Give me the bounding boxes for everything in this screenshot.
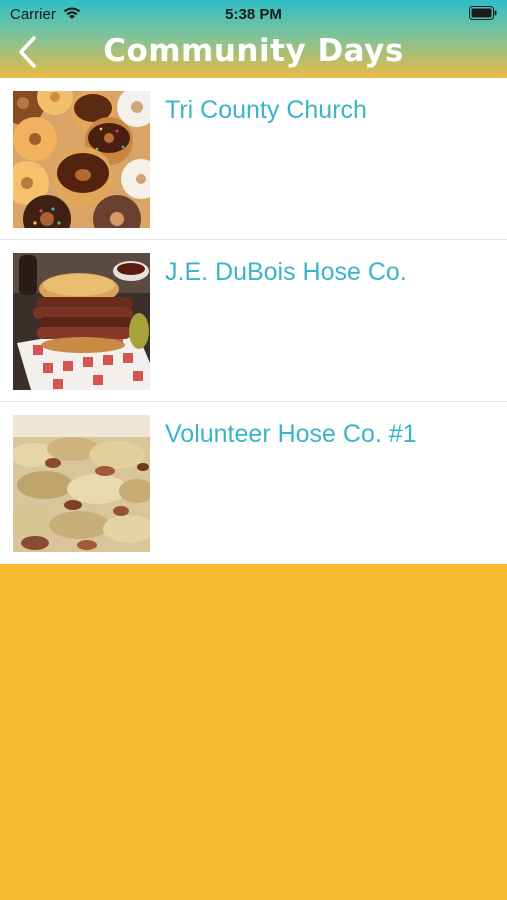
list-item-title: Volunteer Hose Co. #1 bbox=[165, 420, 417, 448]
donuts-photo bbox=[13, 91, 150, 228]
list-item-title: J.E. DuBois Hose Co. bbox=[165, 258, 407, 286]
list-item[interactable]: Volunteer Hose Co. #1 bbox=[0, 402, 507, 564]
nav-header: Carrier 5:38 PM Community Days bbox=[0, 0, 507, 78]
page-title: Community Days bbox=[103, 33, 404, 69]
potatoes-photo bbox=[13, 415, 150, 552]
list-item-title: Tri County Church bbox=[165, 96, 367, 124]
status-time: 5:38 PM bbox=[225, 6, 282, 23]
list-item[interactable]: Tri County Church bbox=[0, 78, 507, 240]
event-list: Tri County Church J.E. DuBois Hose Co. V… bbox=[0, 78, 507, 564]
list-item[interactable]: J.E. DuBois Hose Co. bbox=[0, 240, 507, 402]
brisket-sandwich-photo bbox=[13, 253, 150, 390]
battery-icon bbox=[469, 6, 497, 20]
status-bar: Carrier 5:38 PM bbox=[0, 0, 507, 28]
